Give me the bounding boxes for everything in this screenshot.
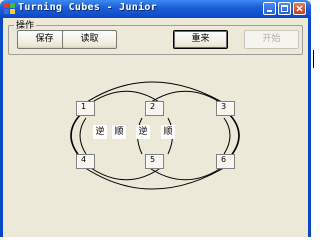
left-ring-counterclockwise-button[interactable]: 逆 [93,125,107,139]
cube-5[interactable]: 5 [145,154,164,169]
right-side-arc-outer [229,114,240,158]
rotation-tracks [70,81,240,190]
right-ring-clockwise-button[interactable]: 顺 [161,125,175,139]
left-side-arc-inner [79,117,87,155]
cube-3[interactable]: 3 [216,101,235,116]
right-side-arc-inner [223,117,231,155]
cube-1[interactable]: 1 [76,101,95,116]
app-window: Turning Cubes - Junior 操作 保存 读取 重来 开始 1 … [0,0,311,237]
right-ring-counterclockwise-button[interactable]: 逆 [136,125,150,139]
cube-2[interactable]: 2 [145,101,164,116]
cube-6[interactable]: 6 [216,154,235,169]
cube-4[interactable]: 4 [76,154,95,169]
left-side-arc-outer [70,114,81,158]
text-cursor [313,50,314,68]
left-ring-clockwise-button[interactable]: 顺 [112,125,126,139]
background-strip [311,0,318,237]
